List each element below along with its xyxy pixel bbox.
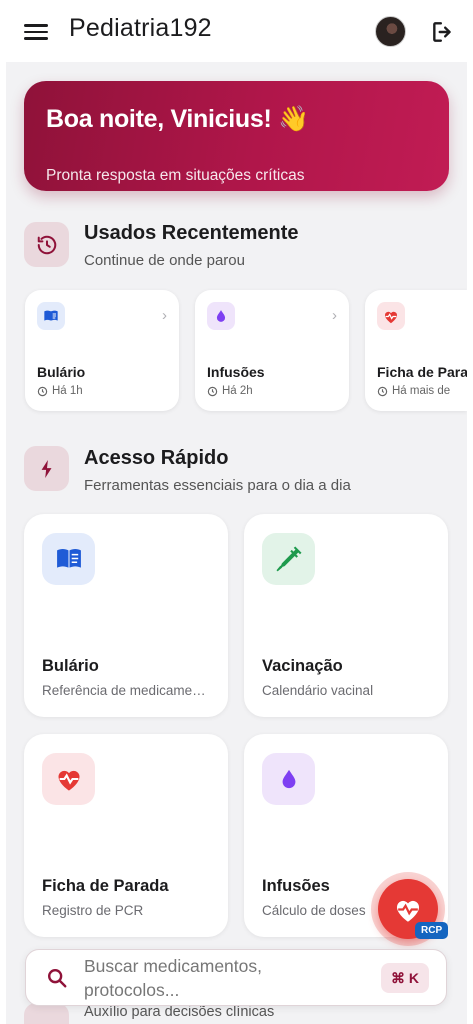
syringe-icon — [262, 533, 315, 585]
tool-card-description: Referência de medicamentos — [42, 683, 210, 698]
next-section-subtitle: Auxílio para decisões clínicas — [84, 1004, 275, 1020]
recent-card-time: Há mais de — [377, 385, 450, 397]
recent-card-label: Bulário — [37, 364, 86, 380]
tool-card-description: Registro de PCR — [42, 903, 144, 918]
search-bar[interactable]: Buscar medicamentos, protocolos... ⌘ K — [25, 949, 447, 1006]
section-icon — [24, 1003, 69, 1024]
tool-card-ficha-parada[interactable]: Ficha de Parada Registro de PCR — [24, 734, 228, 937]
drop-icon — [207, 302, 235, 330]
tool-card-description: Calendário vacinal — [262, 683, 374, 698]
recent-title: Usados Recentemente — [84, 222, 299, 244]
clock-icon — [37, 386, 48, 396]
tool-card-title: Bulário — [42, 657, 99, 675]
menu-icon[interactable] — [24, 20, 48, 42]
history-icon — [24, 222, 69, 267]
chevron-right-icon: › — [332, 307, 337, 324]
keyboard-shortcut-badge: ⌘ K — [381, 963, 429, 993]
chevron-right-icon: › — [162, 307, 167, 324]
tool-card-title: Ficha de Parada — [42, 877, 169, 895]
recent-card-bulario[interactable]: › Bulário Há 1h — [25, 290, 179, 411]
tool-card-bulario[interactable]: Bulário Referência de medicamentos — [24, 514, 228, 717]
app-bar: Pediatria192 — [0, 0, 473, 62]
search-icon — [46, 967, 68, 994]
logout-icon[interactable] — [430, 19, 456, 45]
greeting-subtitle: Pronta resposta em situações críticas — [46, 167, 305, 184]
quick-subtitle: Ferramentas essenciais para o dia a dia — [84, 477, 351, 494]
rcp-badge: RCP — [415, 922, 449, 939]
recent-card-ficha[interactable]: Ficha de Parada Há mais de — [365, 290, 467, 411]
app-title: Pediatria192 — [69, 14, 212, 42]
recent-card-time: Há 2h — [207, 385, 253, 397]
recent-subtitle: Continue de onde parou — [84, 252, 245, 269]
avatar[interactable] — [375, 16, 406, 47]
tool-card-title: Infusões — [262, 877, 330, 895]
recent-card-infusoes[interactable]: › Infusões Há 2h — [195, 290, 349, 411]
search-input[interactable]: Buscar medicamentos, protocolos... — [84, 954, 344, 1002]
recent-card-label: Infusões — [207, 364, 265, 380]
heart-pulse-icon — [42, 753, 95, 805]
tool-card-title: Vacinação — [262, 657, 343, 675]
drop-icon — [262, 753, 315, 805]
recent-card-label: Ficha de Parada — [377, 364, 467, 380]
quick-title: Acesso Rápido — [84, 447, 229, 469]
clock-icon — [377, 386, 388, 396]
greeting-title: Boa noite, Vinicius! 👋 — [46, 105, 309, 133]
bolt-icon — [24, 446, 69, 491]
greeting-banner: Boa noite, Vinicius! 👋 Pronta resposta e… — [24, 81, 449, 191]
book-icon — [37, 302, 65, 330]
tool-card-vacinacao[interactable]: Vacinação Calendário vacinal — [244, 514, 448, 717]
heart-pulse-icon — [377, 302, 405, 330]
recent-card-time: Há 1h — [37, 385, 83, 397]
book-icon — [42, 533, 95, 585]
clock-icon — [207, 386, 218, 396]
